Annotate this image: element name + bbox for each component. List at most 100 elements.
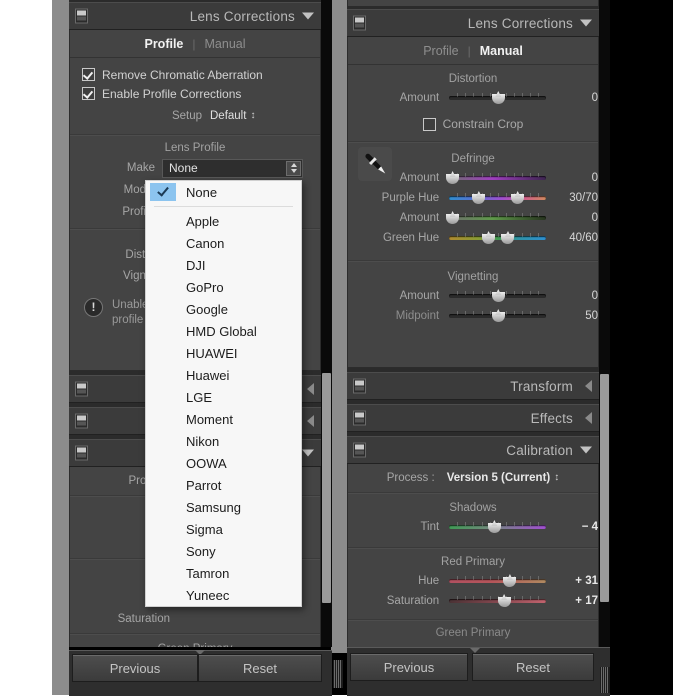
caret-left-icon[interactable] [307,383,314,395]
right-partial-section-above [347,0,599,6]
defringe-green-hue-label: Green Hue [382,232,440,244]
check-icon [150,183,176,201]
slider-ticks [449,173,546,183]
make-combobox[interactable]: None [162,158,303,178]
caret-left-icon[interactable] [585,380,592,392]
tab-profile[interactable]: Profile [135,37,192,51]
panel-switch-icon[interactable] [75,381,88,397]
setup-row[interactable]: Setup Default ↕ [70,106,320,126]
defringe-green-amount-slider[interactable] [446,213,547,224]
slider-knob[interactable] [491,309,505,322]
right-scrollbar-thumb[interactable] [600,374,609,602]
right-lens-corrections-header[interactable]: Lens Corrections [347,9,599,37]
left-lens-corrections-header[interactable]: Lens Corrections [69,2,321,30]
panel-switch-icon[interactable] [75,8,88,24]
enable-profile-corrections-row[interactable]: Enable Profile Corrections [70,84,320,103]
dropdown-item[interactable]: Yuneec [146,584,301,606]
dropdown-item[interactable]: Nikon [146,430,301,452]
slider-knob-high[interactable] [501,231,515,244]
vignetting-amount-slider[interactable] [449,291,547,302]
dropdown-item[interactable]: None [146,181,301,203]
dropdown-item[interactable]: GoPro [146,276,301,298]
slider-knob[interactable] [446,171,460,184]
left-previous-button[interactable]: Previous [72,654,198,682]
left-scrollbar-thumb[interactable] [322,373,331,603]
panel-switch-icon[interactable] [75,445,88,461]
dropdown-item[interactable]: Parrot [146,474,301,496]
caret-down-icon[interactable] [580,446,592,454]
red-saturation-slider[interactable] [449,596,547,607]
up-down-stepper-icon[interactable]: ↕ [250,111,255,121]
right-reset-button[interactable]: Reset [472,653,594,681]
slider-knob[interactable] [487,520,501,533]
slider-knob[interactable] [497,594,511,607]
panel-switch-icon[interactable] [353,15,366,31]
panel-switch-icon[interactable] [75,413,88,429]
slider-knob-low[interactable] [482,231,496,244]
dropdown-item[interactable]: HUAWEI [146,342,301,364]
tab-manual[interactable]: Manual [471,44,532,58]
make-spinner-icon[interactable] [286,160,301,176]
vignetting-amount-value: 0 [591,290,598,302]
dropdown-item-label: HMD Global [186,323,257,339]
tab-profile[interactable]: Profile [414,44,467,58]
dropdown-item[interactable]: Sigma [146,518,301,540]
vignetting-midpoint-slider[interactable] [449,311,547,322]
defringe-green-hue-slider[interactable] [449,233,547,244]
bottom-resize-grip[interactable] [600,667,610,693]
middle-resize-grip[interactable] [333,660,343,688]
lens-make-dropdown[interactable]: None Apple Canon DJI GoPro Google HMD Global HU… [145,180,302,607]
caret-down-icon[interactable] [302,449,314,457]
section-transform[interactable]: Transform [347,372,599,400]
section-calibration[interactable]: Calibration [347,436,599,464]
process-value[interactable]: Version 5 (Current) [447,472,551,484]
caret-left-icon[interactable] [585,412,592,424]
slider-knob[interactable] [503,574,517,587]
remove-chromatic-aberration-row[interactable]: Remove Chromatic Aberration [70,65,320,84]
dropdown-item[interactable]: Tamron [146,562,301,584]
dropdown-item[interactable]: DJI [146,254,301,276]
right-lens-corrections-body: Profile | Manual Distortion Amount 0 Con… [347,37,599,368]
checkbox-remove-chromatic-aberration[interactable] [82,68,95,81]
setup-value[interactable]: Default [210,110,246,122]
panel-switch-icon[interactable] [353,410,366,426]
dropdown-item[interactable]: Canon [146,232,301,254]
right-previous-button[interactable]: Previous [350,653,468,681]
panel-switch-icon[interactable] [353,442,366,458]
defringe-purple-hue-slider[interactable] [449,193,547,204]
process-row[interactable]: Process : Version 5 (Current) ↕ [348,464,598,492]
dropdown-item[interactable]: Huawei [146,364,301,386]
panel-switch-icon[interactable] [353,378,366,394]
eyedropper-icon[interactable] [358,147,392,181]
slider-knob[interactable] [491,289,505,302]
dropdown-item[interactable]: Moment [146,408,301,430]
slider-knob-high[interactable] [511,191,525,204]
dropdown-item[interactable]: Sony [146,540,301,562]
section-effects[interactable]: Effects [347,404,599,432]
dropdown-item[interactable]: Samsung [146,496,301,518]
exclamation-icon: ! [84,298,103,317]
left-previous-label: Previous [109,660,161,676]
caret-down-icon[interactable] [302,12,314,20]
dropdown-item[interactable]: OOWA [146,452,301,474]
distortion-amount-slider[interactable] [449,93,547,104]
distortion-group-label: Distortion [448,73,498,85]
slider-knob-low[interactable] [472,191,486,204]
defringe-purple-amount-slider[interactable] [446,173,547,184]
slider-knob[interactable] [491,91,505,104]
dropdown-item[interactable]: HMD Global [146,320,301,342]
dropdown-item-label: Sony [186,543,216,559]
dropdown-item[interactable]: Google [146,298,301,320]
checkbox-enable-profile-corrections[interactable] [82,87,95,100]
shadows-tint-slider[interactable] [449,522,547,533]
dropdown-item[interactable]: Apple [146,210,301,232]
caret-down-icon[interactable] [580,19,592,27]
slider-knob[interactable] [446,211,460,224]
checkbox-constrain-crop[interactable] [422,117,436,131]
left-reset-button[interactable]: Reset [198,654,322,682]
up-down-stepper-icon[interactable]: ↕ [554,473,559,483]
tab-manual[interactable]: Manual [196,37,255,51]
dropdown-item[interactable]: LGE [146,386,301,408]
red-hue-slider[interactable] [449,576,547,587]
caret-left-icon[interactable] [307,415,314,427]
